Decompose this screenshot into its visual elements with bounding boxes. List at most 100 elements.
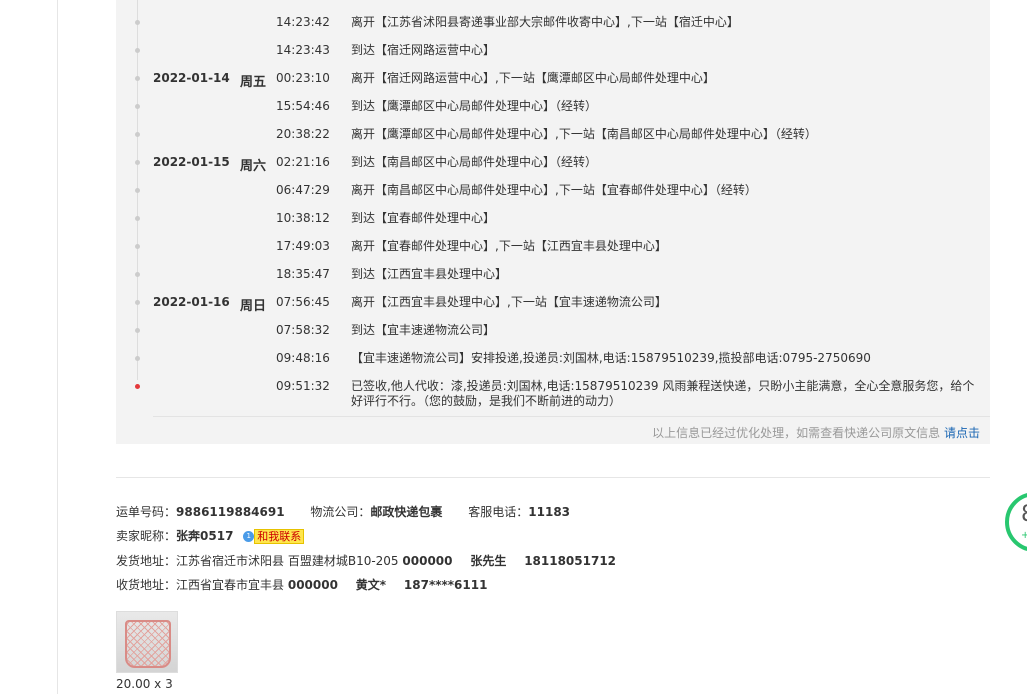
timeline-dot-icon xyxy=(135,272,140,277)
timeline-weekday: 周五 xyxy=(240,75,267,90)
timeline-time: 10:38:12 xyxy=(276,211,330,225)
timeline-time: 07:58:32 xyxy=(276,323,330,337)
timeline-row: 2022-01-15 周六 02:21:16 到达【南昌邮区中心局邮件处理中心】（经转… xyxy=(116,155,990,183)
company-label: 物流公司： xyxy=(310,505,371,519)
logistics-company: 邮政快递包裹 xyxy=(370,505,443,519)
section-divider xyxy=(116,477,990,478)
ship-to-row: 收货地址：江西省宜春市宜丰县 000000 黄文* 187****6111 xyxy=(116,576,487,593)
timeline-desc: 到达【江西宜丰县处理中心】 xyxy=(351,267,508,281)
service-label: 客服电话： xyxy=(468,505,529,519)
timeline-time: 00:23:10 xyxy=(276,71,330,85)
timeline-desc: 离开【宜春邮件处理中心】,下一站【江西宜丰县处理中心】 xyxy=(351,239,667,253)
timeline-row: 07:58:32 到达【宜丰速递物流公司】 xyxy=(116,323,990,351)
timeline-row: 20:38:22 离开【鹰潭邮区中心局邮件处理中心】,下一站【南昌邮区中心局邮件处… xyxy=(116,127,990,155)
service-phone: 11183 xyxy=(528,505,571,519)
timeline-row: 18:35:47 到达【江西宜丰县处理中心】 xyxy=(116,267,990,295)
timeline-weekday: 周日 xyxy=(240,299,267,314)
ship-to-address: 江西省宜春市宜丰县 xyxy=(176,578,285,592)
timeline-divider xyxy=(153,416,990,417)
ship-from-label: 发货地址： xyxy=(116,554,177,568)
timeline-note: 以上信息已经过优化处理，如需查看快递公司原文信息 请点击 xyxy=(652,424,980,441)
current-status-dot-icon xyxy=(135,384,140,389)
timeline-weekday: 周六 xyxy=(240,159,267,174)
timeline-desc: 离开【江苏省沭阳县寄递事业部大宗邮件收寄中心】,下一站【宿迁中心】 xyxy=(351,15,739,29)
contact-seller-button[interactable]: 1 和我联系 xyxy=(243,529,305,544)
product-thumbnail[interactable] xyxy=(116,611,178,673)
timeline-desc: 离开【南昌邮区中心局邮件处理中心】,下一站【宜春邮件处理中心】（经转） xyxy=(351,183,757,197)
timeline-desc: 到达【宿迁网路运营中心】 xyxy=(351,43,496,57)
timeline-row: 09:48:16 【宜丰速递物流公司】安排投递,投递员:刘国林,电话:158795… xyxy=(116,351,990,379)
timeline-row: 2022-01-14 周五 00:23:10 离开【宿迁网路运营中心】,下一站【鹰潭邮… xyxy=(116,71,990,99)
timeline-row: 2022-01-16 周日 07:56:45 离开【江西宜丰县处理中心】,下一站【宜丰… xyxy=(116,295,990,323)
product-image xyxy=(125,620,171,668)
timeline-date: 2022-01-14 xyxy=(153,71,230,85)
seller-nickname: 张奔0517 xyxy=(176,529,234,543)
ship-to-name: 黄文* xyxy=(355,578,387,592)
timeline-time: 07:56:45 xyxy=(276,295,330,309)
ship-to-zip: 000000 xyxy=(287,578,338,592)
ship-from-row: 发货地址：江苏省宿迁市沭阳县 百盟建材城B10-205 000000 张先生 1… xyxy=(116,552,616,569)
timeline-desc: 到达【宜春邮件处理中心】 xyxy=(351,211,496,225)
timeline-dot-icon xyxy=(135,104,140,109)
score-sub: + xyxy=(1021,530,1027,541)
timeline-row: 15:54:46 到达【鹰潭邮区中心局邮件处理中心】（经转） xyxy=(116,99,990,127)
timeline-dot-icon xyxy=(135,160,140,165)
timeline-time: 09:48:16 xyxy=(276,351,330,365)
timeline-desc: 【宜丰速递物流公司】安排投递,投递员:刘国林,电话:15879510239,揽投… xyxy=(351,351,871,365)
timeline-dot-icon xyxy=(135,188,140,193)
timeline-dot-icon xyxy=(135,356,140,361)
timeline-desc: 离开【宿迁网路运营中心】,下一站【鹰潭邮区中心局邮件处理中心】 xyxy=(351,71,715,85)
timeline-dot-icon xyxy=(135,328,140,333)
timeline-desc: 离开【鹰潭邮区中心局邮件处理中心】,下一站【南昌邮区中心局邮件处理中心】（经转） xyxy=(351,127,817,141)
timeline-time: 09:51:32 xyxy=(276,379,330,393)
timeline-desc: 到达【鹰潭邮区中心局邮件处理中心】（经转） xyxy=(351,99,598,113)
timeline-row: 09:51:32 已签收,他人代收：漆,投递员:刘国林,电话:1587951023… xyxy=(116,379,990,408)
view-original-link[interactable]: 请点击 xyxy=(944,426,980,440)
seller-label: 卖家昵称： xyxy=(116,529,177,543)
timeline-desc: 到达【南昌邮区中心局邮件处理中心】（经转） xyxy=(351,155,598,169)
tracking-timeline: 14:23:42 离开【江苏省沭阳县寄递事业部大宗邮件收寄中心】,下一站【宿迁中心… xyxy=(116,0,990,444)
timeline-time: 14:23:43 xyxy=(276,43,330,57)
page-left-border xyxy=(57,0,58,694)
score-value: 8 xyxy=(1021,502,1027,527)
product-price-qty: 20.00 x 3 xyxy=(116,677,173,691)
timeline-dot-icon xyxy=(135,244,140,249)
seller-row: 卖家昵称：张奔0517 1 和我联系 xyxy=(116,527,305,544)
timeline-dot-icon xyxy=(135,48,140,53)
ship-from-address: 江苏省宿迁市沭阳县 百盟建材城B10-205 xyxy=(176,554,399,568)
timeline-date: 2022-01-16 xyxy=(153,295,230,309)
timeline-row: 06:47:29 离开【南昌邮区中心局邮件处理中心】,下一站【宜春邮件处理中心】（… xyxy=(116,183,990,211)
timeline-desc: 离开【江西宜丰县处理中心】,下一站【宜丰速递物流公司】 xyxy=(351,295,667,309)
timeline-time: 18:35:47 xyxy=(276,267,330,281)
waybill-row: 运单号码：9886119884691 物流公司：邮政快递包裹 客服电话：1118… xyxy=(116,503,570,520)
timeline-time: 17:49:03 xyxy=(276,239,330,253)
ship-to-phone: 187****6111 xyxy=(403,578,488,592)
timeline-row: 14:23:43 到达【宿迁网路运营中心】 xyxy=(116,43,990,71)
ship-from-name: 张先生 xyxy=(470,554,507,568)
timeline-desc: 已签收,他人代收：漆,投递员:刘国林,电话:15879510239 风雨兼程送快… xyxy=(351,379,975,408)
timeline-time: 14:23:42 xyxy=(276,15,330,29)
timeline-dot-icon xyxy=(135,216,140,221)
timeline-note-text: 以上信息已经过优化处理，如需查看快递公司原文信息 xyxy=(652,426,941,440)
chat-bubble-icon: 1 xyxy=(243,531,255,542)
score-badge[interactable]: 8 + xyxy=(1005,492,1027,552)
timeline-dot-icon xyxy=(135,132,140,137)
timeline-time: 06:47:29 xyxy=(276,183,330,197)
timeline-row: 17:49:03 离开【宜春邮件处理中心】,下一站【江西宜丰县处理中心】 xyxy=(116,239,990,267)
timeline-time: 02:21:16 xyxy=(276,155,330,169)
waybill-number: 9886119884691 xyxy=(176,505,285,519)
timeline-row: 14:23:42 离开【江苏省沭阳县寄递事业部大宗邮件收寄中心】,下一站【宿迁中心… xyxy=(116,15,990,43)
ship-from-phone: 18118051712 xyxy=(524,554,617,568)
waybill-label: 运单号码： xyxy=(116,505,177,519)
ship-from-zip: 000000 xyxy=(402,554,453,568)
timeline-row: 10:38:12 到达【宜春邮件处理中心】 xyxy=(116,211,990,239)
timeline-time: 15:54:46 xyxy=(276,99,330,113)
timeline-dot-icon xyxy=(135,300,140,305)
ship-to-label: 收货地址： xyxy=(116,578,177,592)
timeline-dot-icon xyxy=(135,76,140,81)
timeline-dot-icon xyxy=(135,20,140,25)
timeline-time: 20:38:22 xyxy=(276,127,330,141)
timeline-date: 2022-01-15 xyxy=(153,155,230,169)
contact-seller-label: 和我联系 xyxy=(254,529,305,544)
timeline-desc: 到达【宜丰速递物流公司】 xyxy=(351,323,496,337)
